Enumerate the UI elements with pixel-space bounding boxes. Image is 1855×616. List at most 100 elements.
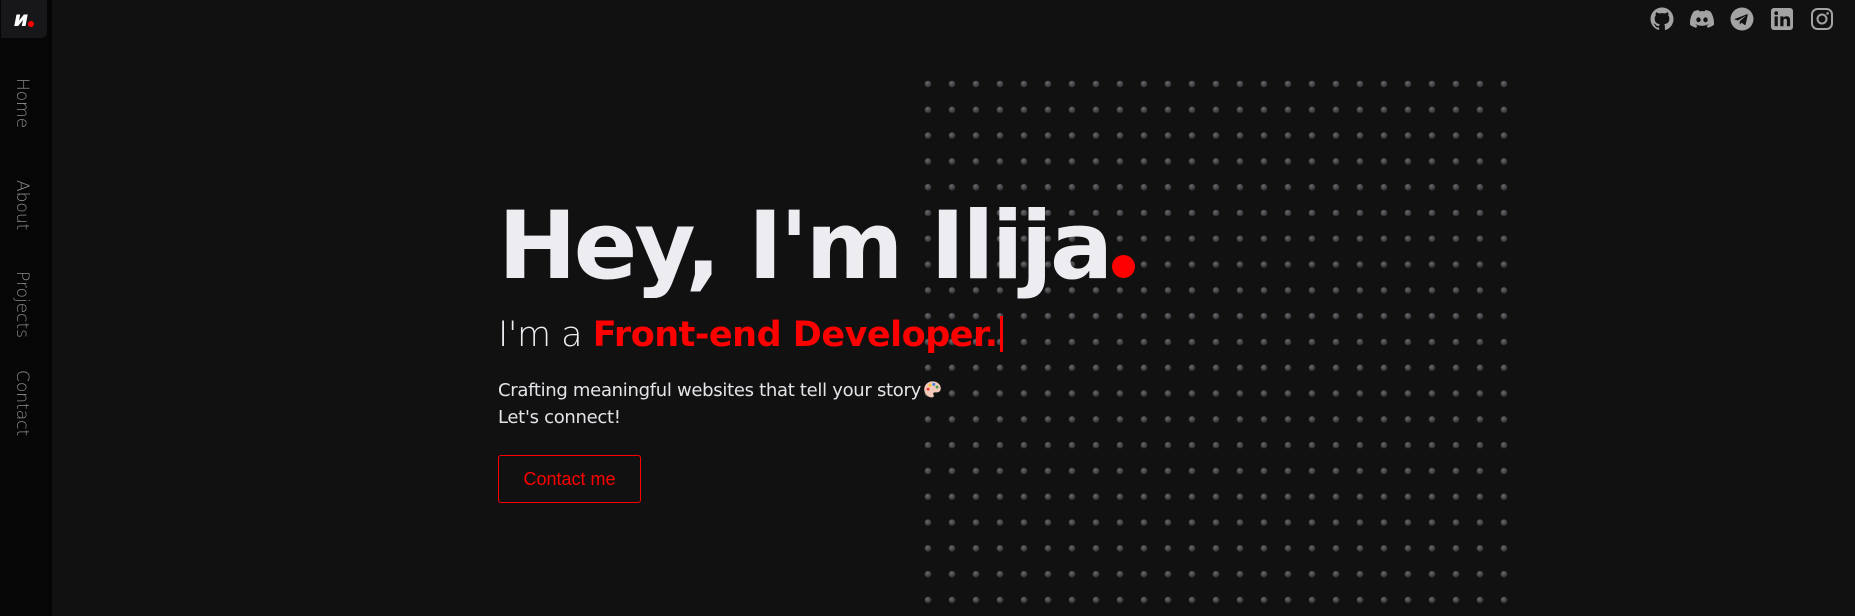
- grid-dot: [948, 106, 956, 114]
- grid-dot: [1164, 158, 1172, 165]
- grid-dot: [1404, 390, 1412, 397]
- grid-dot: [1212, 261, 1220, 268]
- grid-dot: [1236, 364, 1244, 372]
- grid-dot: [924, 570, 932, 578]
- grid-dot: [1500, 390, 1508, 397]
- grid-dot: [1428, 183, 1436, 191]
- grid-dot: [1452, 570, 1460, 578]
- grid-dot: [1164, 132, 1172, 139]
- grid-dot: [1212, 209, 1220, 217]
- grid-dot: [1188, 261, 1196, 268]
- grid-dot: [1404, 80, 1412, 88]
- grid-dot: [1020, 596, 1028, 604]
- grid-dot: [1164, 338, 1172, 346]
- grid-dot: [1188, 390, 1196, 397]
- grid-dot: [1404, 106, 1412, 114]
- grid-dot: [1332, 390, 1340, 397]
- instagram-link[interactable]: [1809, 6, 1835, 32]
- grid-dot: [1284, 519, 1292, 526]
- grid-dot: [1188, 570, 1196, 578]
- grid-dot: [1476, 545, 1484, 552]
- grid-dot: [1140, 545, 1148, 552]
- grid-dot: [1116, 519, 1124, 526]
- grid-dot: [1140, 209, 1148, 217]
- contact-me-button[interactable]: Contact me: [498, 454, 641, 503]
- grid-dot: [1404, 441, 1412, 449]
- grid-dot: [1260, 519, 1268, 526]
- grid-dot: [1428, 467, 1436, 475]
- grid-dot: [1188, 545, 1196, 552]
- grid-dot: [1452, 467, 1460, 475]
- grid-dot: [1476, 312, 1484, 320]
- grid-dot: [1380, 467, 1388, 475]
- grid-dot: [1452, 158, 1460, 165]
- grid-dot: [1404, 287, 1412, 294]
- grid-dot: [1308, 364, 1316, 372]
- grid-dot: [1044, 183, 1052, 191]
- grid-dot: [1116, 183, 1124, 191]
- grid-dot: [1044, 158, 1052, 165]
- grid-dot: [1116, 596, 1124, 604]
- nav-item-about[interactable]: About: [10, 180, 34, 230]
- grid-dot: [1356, 570, 1364, 578]
- grid-dot: [1500, 467, 1508, 475]
- grid-dot: [1356, 132, 1364, 139]
- grid-dot: [1380, 493, 1388, 501]
- grid-dot: [1164, 519, 1172, 526]
- grid-dot: [1284, 390, 1292, 397]
- grid-dot: [1428, 158, 1436, 165]
- grid-dot: [924, 183, 932, 191]
- typing-caret: [999, 316, 1003, 352]
- grid-dot: [1260, 106, 1268, 114]
- nav-item-label: Contact: [12, 370, 32, 437]
- grid-dot: [1356, 390, 1364, 397]
- grid-dot: [1164, 364, 1172, 372]
- grid-dot: [1428, 338, 1436, 346]
- grid-dot: [1308, 183, 1316, 191]
- grid-dot: [1140, 106, 1148, 114]
- grid-dot: [1476, 209, 1484, 217]
- grid-dot: [924, 80, 932, 88]
- grid-dot: [1332, 261, 1340, 268]
- grid-dot: [1428, 209, 1436, 217]
- telegram-link[interactable]: [1729, 6, 1755, 32]
- grid-dot: [1332, 416, 1340, 423]
- grid-dot: [1260, 493, 1268, 501]
- grid-dot: [1332, 519, 1340, 526]
- instagram-icon: [1811, 8, 1833, 30]
- grid-dot: [1308, 338, 1316, 346]
- grid-dot: [1404, 183, 1412, 191]
- grid-dot: [1284, 235, 1292, 243]
- grid-dot: [1356, 441, 1364, 449]
- grid-dot: [1404, 519, 1412, 526]
- grid-dot: [1356, 312, 1364, 320]
- grid-dot: [1284, 364, 1292, 372]
- grid-dot: [1308, 287, 1316, 294]
- grid-dot: [1068, 80, 1076, 88]
- grid-dot: [996, 158, 1004, 165]
- grid-dot: [924, 132, 932, 139]
- discord-link[interactable]: [1689, 6, 1715, 32]
- logo[interactable]: и: [1, 0, 47, 38]
- grid-dot: [1236, 235, 1244, 243]
- grid-dot: [1236, 390, 1244, 397]
- subtitle-prefix: I'm a: [498, 315, 583, 355]
- grid-dot: [1284, 545, 1292, 552]
- nav-item-home[interactable]: Home: [10, 78, 34, 128]
- nav-item-contact[interactable]: Contact: [10, 370, 34, 436]
- grid-dot: [1500, 338, 1508, 346]
- grid-dot: [1236, 570, 1244, 578]
- nav-item-label: Projects: [12, 271, 32, 339]
- nav-item-projects[interactable]: Projects: [10, 271, 34, 338]
- github-link[interactable]: [1649, 6, 1675, 32]
- linkedin-link[interactable]: [1769, 6, 1795, 32]
- grid-dot: [1428, 441, 1436, 449]
- grid-dot: [1428, 261, 1436, 268]
- grid-dot: [1260, 209, 1268, 217]
- grid-dot: [1116, 545, 1124, 552]
- grid-dot: [1188, 80, 1196, 88]
- grid-dot: [1068, 106, 1076, 114]
- grid-dot: [1428, 493, 1436, 501]
- grid-dot: [1212, 338, 1220, 346]
- grid-dot: [1140, 493, 1148, 501]
